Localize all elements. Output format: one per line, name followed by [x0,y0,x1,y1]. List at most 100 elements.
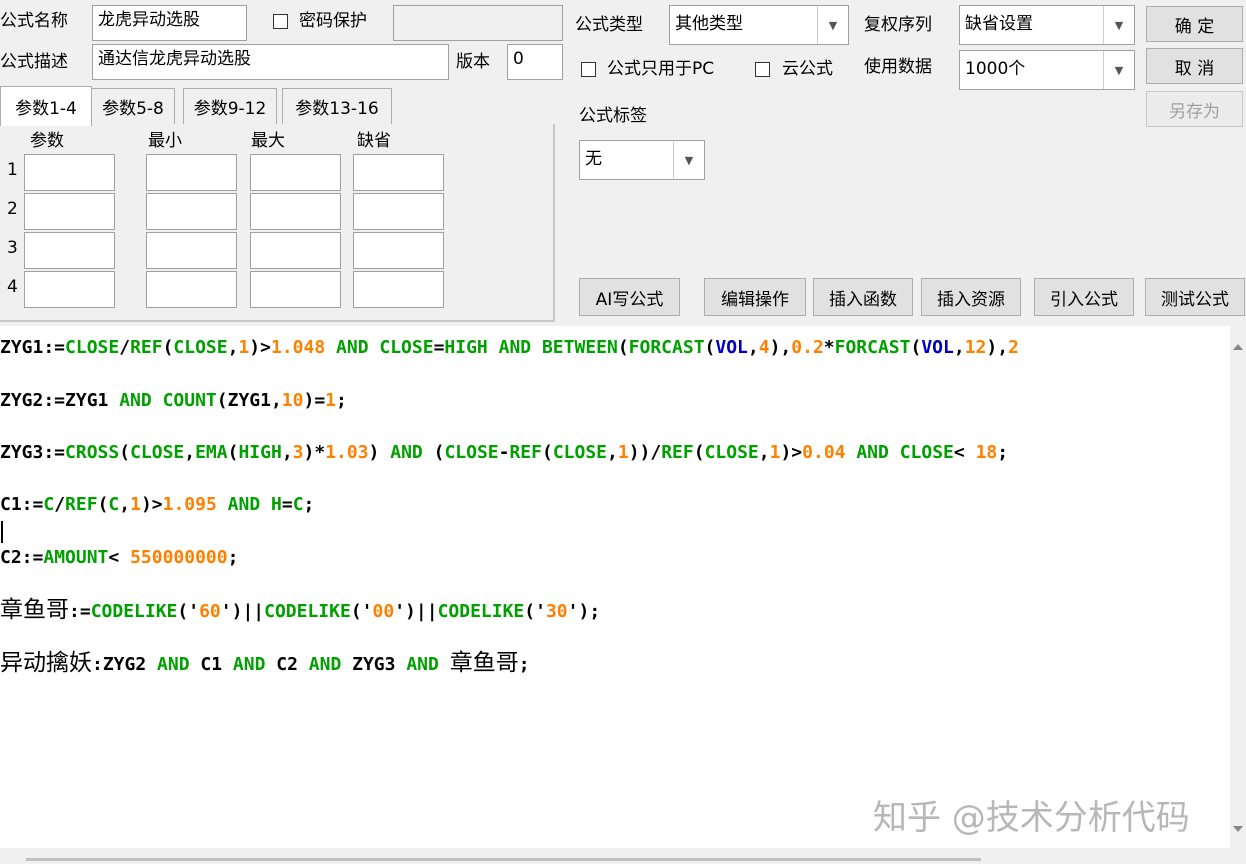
code-number: 550000000 [130,547,228,568]
code-number: 0.04 [802,442,846,463]
code-function: C [43,494,55,515]
tab-params-9-12[interactable]: 参数9-12 [183,88,277,124]
code-number: 00 [372,601,395,622]
code-line: C2:=AMOUNT< 550000000; [0,544,238,572]
password-label: 密码保护 [299,11,367,31]
code-keyword: AND [336,337,369,358]
chevron-down-icon[interactable]: ▼ [817,6,848,44]
code-text: C1 [189,654,233,675]
code-number: 60 [199,601,221,622]
vertical-scrollbar[interactable] [1230,326,1246,848]
cancel-button[interactable]: 取 消 [1146,48,1243,84]
code-text: ; [303,494,315,515]
scroll-up-icon[interactable] [1233,344,1243,350]
param-cell-input[interactable] [146,193,237,230]
param-cell-input[interactable] [24,154,115,191]
formula-desc-input[interactable]: 通达信龙虎异动选股 [92,44,449,80]
code-text: C2:= [0,547,44,568]
param-cell-input[interactable] [250,232,341,269]
param-cell-input[interactable] [24,193,115,230]
param-cell-input[interactable] [250,271,341,308]
tab-params-5-8[interactable]: 参数5-8 [91,88,175,124]
code-number: 1 [238,337,250,358]
code-function: REF [65,494,98,515]
param-row-number: 3 [7,238,18,258]
ok-button[interactable]: 确 定 [1146,6,1243,42]
code-text: (ZYG1, [216,390,282,411]
param-cell-input[interactable] [146,154,237,191]
code-line: ZYG2:=ZYG1 AND COUNT(ZYG1,10)=1; [0,387,347,415]
param-cell-input[interactable] [24,271,115,308]
import-formula-button[interactable]: 引入公式 [1034,278,1134,316]
code-text: ; [518,654,530,675]
code-text: C2 [265,654,309,675]
password-checkbox[interactable] [273,14,288,29]
code-text: , [184,442,196,463]
code-number: 1 [325,390,337,411]
code-text: ), [986,337,1009,358]
tab-params-13-16[interactable]: 参数13-16 [282,88,392,124]
param-cell-input[interactable] [353,232,444,269]
edit-ops-button[interactable]: 编辑操作 [704,278,806,316]
code-text: ( [541,442,553,463]
param-cell-input[interactable] [250,154,341,191]
save-as-button: 另存为 [1146,91,1243,127]
scroll-down-icon[interactable] [1233,826,1243,832]
chevron-down-icon[interactable]: ▼ [1103,51,1134,89]
cloud-formula-checkbox[interactable] [755,62,770,77]
insert-function-button[interactable]: 插入函数 [813,278,913,316]
code-function: COUNT [162,390,217,411]
param-cell-input[interactable] [146,232,237,269]
param-cell-input[interactable] [146,271,237,308]
formula-type-label: 公式类型 [575,15,643,35]
data-count-select[interactable]: 1000个 ▼ [959,50,1135,90]
param-cell-input[interactable] [353,271,444,308]
code-number: 1.03 [325,442,369,463]
code-keyword: AND [232,654,266,675]
code-function: CLOSE [379,337,434,358]
param-cell-input[interactable] [353,193,444,230]
code-text: ZYG3 [341,654,407,675]
formula-type-select[interactable]: 其他类型 ▼ [669,5,849,45]
insert-resource-button[interactable]: 插入资源 [921,278,1021,316]
pc-only-checkbox[interactable] [581,62,596,77]
version-input[interactable]: 0 [507,44,563,80]
param-cell-input[interactable] [353,154,444,191]
code-number: 4 [758,337,770,358]
code-text: )> [249,337,271,358]
param-cell-input[interactable] [250,193,341,230]
code-text: '); [567,601,601,622]
pc-only-label: 公式只用于PC [607,59,715,79]
code-number: 30 [545,601,568,622]
code-text: ; [336,390,347,411]
tab-params-1-4[interactable]: 参数1-4 [0,86,92,126]
code-text: ) [368,442,391,463]
code-line: 异动擒妖:ZYG2 AND C1 AND C2 AND ZYG3 AND 章鱼哥… [0,649,530,679]
code-text: ( [910,337,922,358]
tab-label: 参数1-4 [15,99,77,119]
chevron-down-icon[interactable]: ▼ [673,141,704,179]
code-editor[interactable]: ZYG1:=CLOSE/REF(CLOSE,1)>1.048 AND CLOSE… [0,326,1230,848]
rights-series-value: 缺省设置 [965,14,1033,34]
horizontal-scrollbar[interactable] [0,848,1246,864]
rights-series-select[interactable]: 缺省设置 ▼ [959,5,1135,45]
horizontal-scroll-thumb[interactable] [26,858,981,861]
code-variable: VOL [921,337,954,358]
param-cell-input[interactable] [24,232,115,269]
chevron-down-icon[interactable]: ▼ [1103,6,1134,44]
code-number: 18 [975,442,998,463]
code-text: / [54,494,66,515]
test-formula-button[interactable]: 测试公式 [1145,278,1245,316]
code-number: 1 [769,442,781,463]
code-text: ; [227,547,239,568]
ai-write-button[interactable]: AI写公式 [579,278,680,316]
code-text: - [498,442,510,463]
formula-tag-select[interactable]: 无 ▼ [579,140,705,180]
formula-name-input[interactable]: 龙虎异动选股 [92,5,247,41]
code-function: CODELIKE [90,601,178,622]
code-number: 0.2 [791,337,824,358]
code-text: , [227,337,239,358]
